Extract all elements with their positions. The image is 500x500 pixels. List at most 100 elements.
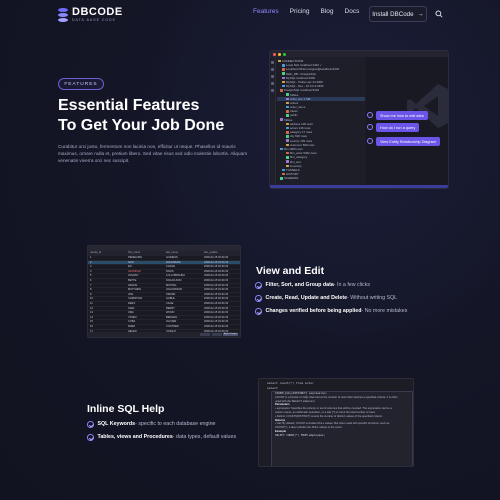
install-button[interactable]: Install DBCode → xyxy=(369,6,427,22)
table-cell[interactable]: VIVIEN xyxy=(126,316,164,320)
tree-item-icon xyxy=(280,118,283,121)
tree-item-icon xyxy=(282,76,285,80)
table-cell[interactable]: 3 xyxy=(88,265,126,269)
chat-dot-icon xyxy=(367,138,373,144)
table-cell[interactable]: 2006-02-15 04:34:33 xyxy=(202,265,240,269)
table-cell[interactable]: 11 xyxy=(88,302,126,306)
table-cell[interactable]: UMA xyxy=(126,311,164,315)
table-cell[interactable]: GRACE xyxy=(126,284,164,288)
sql-help-feature-2: Tables, views and Procedures - data type… xyxy=(87,434,236,441)
table-cell[interactable]: 2006-02-15 04:34:33 xyxy=(202,256,240,260)
table-cell[interactable]: 2006-02-15 04:34:33 xyxy=(202,320,240,324)
table-cell[interactable]: NICK xyxy=(126,261,164,265)
grid-footer-button[interactable] xyxy=(200,333,210,336)
table-cell[interactable]: ED xyxy=(126,265,164,269)
table-cell[interactable]: LOLLOBRIGIDA xyxy=(164,274,202,278)
table-cell[interactable]: 2006-02-15 04:34:33 xyxy=(202,302,240,306)
table-cell[interactable]: 15 xyxy=(88,320,126,324)
nav-blog[interactable]: Blog xyxy=(321,8,334,15)
table-cell[interactable]: 12 xyxy=(88,307,126,311)
table-cell[interactable]: DAVIS xyxy=(164,270,202,274)
table-cell[interactable]: JOHNNY xyxy=(126,274,164,278)
table-cell[interactable]: 2006-02-15 04:34:33 xyxy=(202,297,240,301)
table-cell[interactable]: BERRY xyxy=(164,307,202,311)
table-cell[interactable]: JENNIFER xyxy=(126,270,164,274)
chat-suggestion-edit-data[interactable]: Show me how to edit data xyxy=(376,111,428,120)
tree-item-icon xyxy=(282,68,285,71)
table-cell[interactable]: GUINESS xyxy=(164,256,202,260)
tree-item-icon xyxy=(286,151,289,155)
nav-pricing[interactable]: Pricing xyxy=(290,8,310,15)
table-cell[interactable]: COSTNER xyxy=(164,325,202,329)
table-cell[interactable]: 2 xyxy=(88,261,126,265)
table-cell[interactable]: 2006-02-15 04:34:33 xyxy=(202,307,240,311)
table-cell[interactable]: 8 xyxy=(88,288,126,292)
check-circle-icon xyxy=(255,282,262,289)
table-cell[interactable]: 1 xyxy=(88,256,126,260)
table-cell[interactable]: 10 xyxy=(88,297,126,301)
tree-item[interactable]: SCHEMAS xyxy=(277,176,365,180)
table-cell[interactable]: WOOD xyxy=(164,311,202,315)
grid-footer-button[interactable] xyxy=(212,333,222,336)
table-cell[interactable]: NICHOLSON xyxy=(164,279,202,283)
search-icon[interactable] xyxy=(435,10,443,18)
table-cell[interactable]: KARL xyxy=(126,307,164,311)
table-cell[interactable]: CHASE xyxy=(164,265,202,269)
logo[interactable]: DBCODE DATA BASE CODE xyxy=(58,7,123,23)
table-cell[interactable]: MOSTEL xyxy=(164,284,202,288)
editor-screenshot: CONNECTIONS Local SQL localhost:1433 ✓ Loc… xyxy=(269,50,449,189)
apply-changes-button[interactable]: Apply Changes xyxy=(223,333,238,336)
table-cell[interactable]: 7 xyxy=(88,284,126,288)
tree-item-icon xyxy=(286,97,289,101)
chat-suggestion-erd[interactable]: View Entity Relationship Diagram xyxy=(376,137,441,146)
logo-tagline: DATA BASE CODE xyxy=(72,18,117,22)
table-cell[interactable]: 4 xyxy=(88,270,126,274)
table-cell[interactable]: 2006-02-15 04:34:33 xyxy=(202,293,240,297)
table-cell[interactable]: 5 xyxy=(88,274,126,278)
nav-docs[interactable]: Docs xyxy=(345,8,360,15)
editor-main: Show me how to edit data How do I run a … xyxy=(366,57,448,188)
table-cell[interactable]: 2006-02-15 04:34:33 xyxy=(202,270,240,274)
table-cell[interactable]: 2006-02-15 04:34:33 xyxy=(202,274,240,278)
tree-item-icon xyxy=(286,105,289,109)
table-cell[interactable]: 14 xyxy=(88,316,126,320)
tree-item-icon xyxy=(286,156,289,159)
table-cell[interactable]: 2006-02-15 04:34:33 xyxy=(202,279,240,283)
table-cell[interactable]: CAGE xyxy=(164,302,202,306)
table-cell[interactable]: 9 xyxy=(88,293,126,297)
table-cell[interactable]: CHRISTIAN xyxy=(126,297,164,301)
chat-suggestion-run-query[interactable]: How do I run a query xyxy=(376,123,420,132)
table-cell[interactable]: SWANK xyxy=(164,293,202,297)
table-cell[interactable]: 16 xyxy=(88,325,126,329)
table-cell[interactable]: GABLE xyxy=(164,297,202,301)
table-cell[interactable]: 13 xyxy=(88,311,126,315)
table-cell[interactable]: JOE xyxy=(126,293,164,297)
view-edit-feature-2: Create, Read, Update and Delete - Withou… xyxy=(255,295,397,302)
tree-item-icon xyxy=(278,59,281,63)
tree-item-icon xyxy=(282,64,285,67)
table-cell[interactable]: 6 xyxy=(88,279,126,283)
table-cell[interactable]: BERGEN xyxy=(164,316,202,320)
table-cell[interactable]: CUBA xyxy=(126,320,164,324)
grid-footer: Apply Changes xyxy=(88,332,240,337)
table-cell[interactable]: 2006-02-15 04:34:33 xyxy=(202,261,240,265)
table-cell[interactable]: 2006-02-15 04:34:33 xyxy=(202,284,240,288)
table-cell[interactable]: BETTE xyxy=(126,279,164,283)
table-cell[interactable]: WAHLBERG xyxy=(164,261,202,265)
table-cell[interactable]: 2006-02-15 04:34:33 xyxy=(202,316,240,320)
table-cell[interactable]: ZERO xyxy=(126,302,164,306)
table-cell[interactable]: OLIVIER xyxy=(164,320,202,324)
tree-item-icon xyxy=(286,114,289,117)
table-cell[interactable]: 2006-02-15 04:34:33 xyxy=(202,288,240,292)
tree-item-icon xyxy=(280,177,283,180)
table-cell[interactable]: PENELOPE xyxy=(126,256,164,260)
connections-tree: CONNECTIONS Local SQL localhost:1433 ✓ Loc… xyxy=(277,57,365,188)
table-cell[interactable]: 2006-02-15 04:34:33 xyxy=(202,325,240,329)
chat-dot-icon xyxy=(367,112,373,118)
nav-features[interactable]: Features xyxy=(253,8,279,15)
database-logo-icon xyxy=(58,7,68,22)
table-cell[interactable]: FRED xyxy=(126,325,164,329)
table-cell[interactable]: JOHANSSON xyxy=(164,288,202,292)
table-cell[interactable]: 2006-02-15 04:34:33 xyxy=(202,311,240,315)
table-cell[interactable]: MATTHEW xyxy=(126,288,164,292)
